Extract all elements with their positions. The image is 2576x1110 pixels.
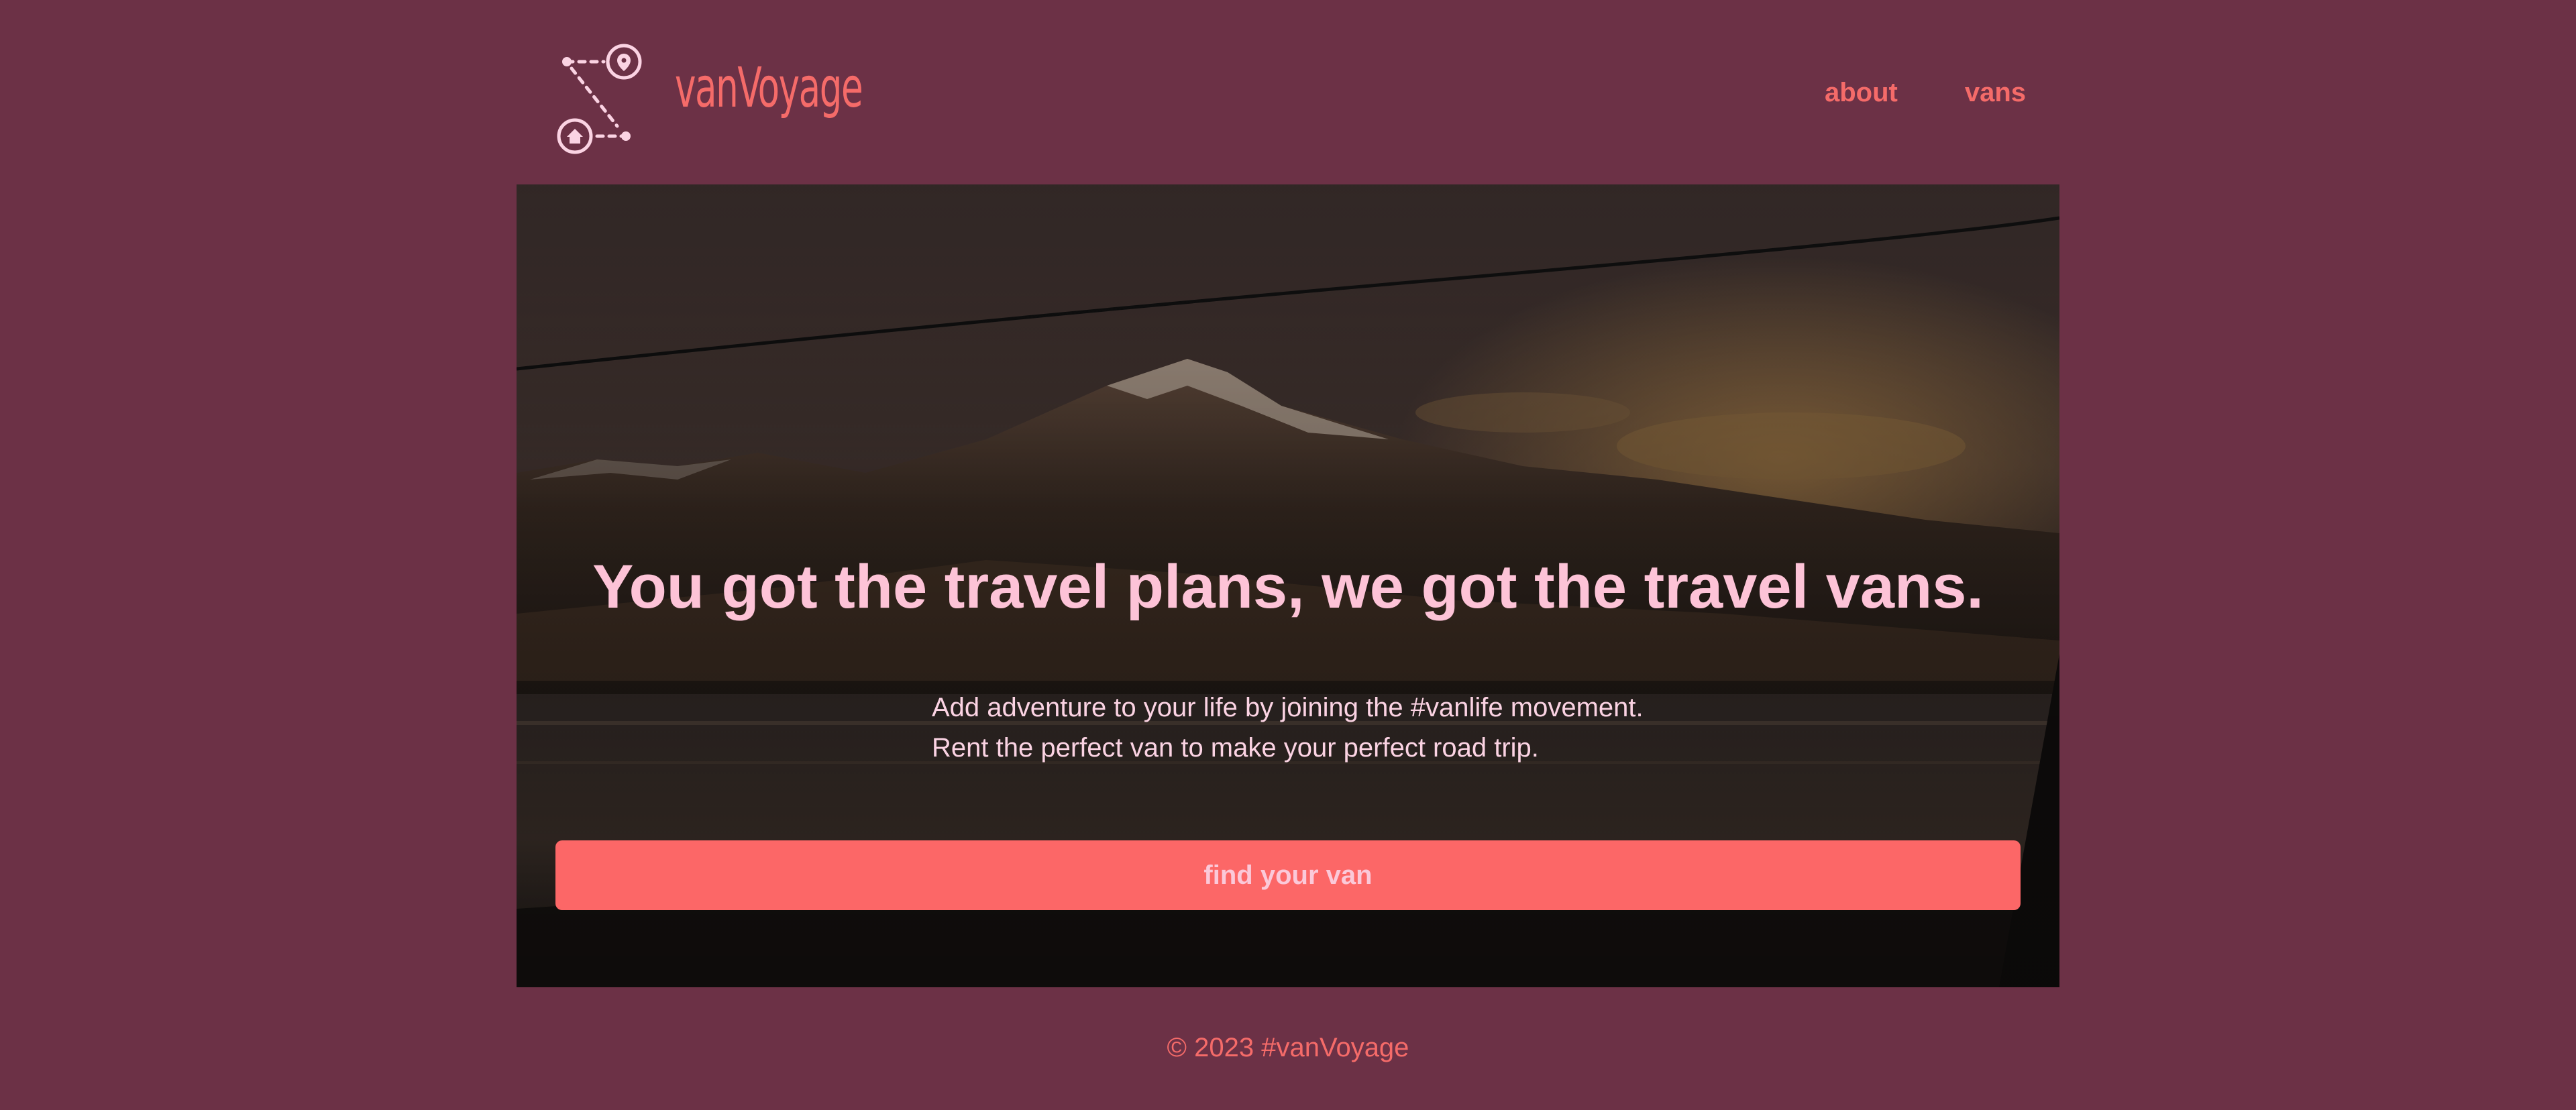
site-footer: © 2023 #vanVoyage <box>0 1026 2576 1069</box>
hero-description: Add adventure to your life by joining th… <box>932 687 1804 768</box>
brand-name: vanVoyage <box>675 56 863 120</box>
nav-link-vans[interactable]: vans <box>1965 74 2026 111</box>
site-header: vanVoyage about vans <box>517 27 2059 161</box>
brand-logo-link[interactable]: vanVoyage <box>517 27 865 161</box>
hero-description-line: Rent the perfect van to make your perfec… <box>932 733 1539 763</box>
home-page: vanVoyage about vans You got the travel … <box>0 0 2576 1110</box>
nav-link-about[interactable]: about <box>1825 74 1898 111</box>
find-your-van-button[interactable]: find your van <box>555 840 2021 910</box>
hero-section: You got the travel plans, we got the tra… <box>517 184 2059 987</box>
route-logo-icon <box>557 44 642 154</box>
home-icon <box>567 129 583 144</box>
location-pin-icon <box>617 54 631 71</box>
copyright-text: © 2023 #vanVoyage <box>1167 1033 1409 1062</box>
hero-description-line: Add adventure to your life by joining th… <box>932 693 1644 722</box>
main-nav: about vans <box>1825 74 2026 111</box>
hero-title: You got the travel plans, we got the tra… <box>592 553 1984 621</box>
